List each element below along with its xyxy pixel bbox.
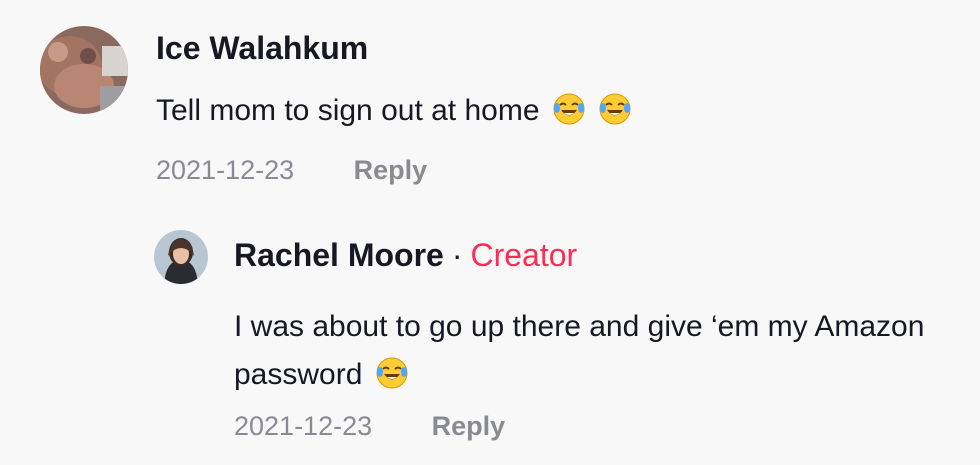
face-with-tears-of-joy-icon <box>552 92 586 134</box>
comment-meta: 2021-12-23 Reply <box>156 155 427 186</box>
reply-button[interactable]: Reply <box>354 155 428 185</box>
comment-date: 2021-12-23 <box>234 411 373 441</box>
comment-date: 2021-12-23 <box>156 155 295 185</box>
comment-author[interactable]: Rachel Moore <box>234 237 444 273</box>
face-with-tears-of-joy-icon <box>375 356 409 405</box>
avatar-image <box>154 230 208 284</box>
author-separator: · <box>451 237 463 273</box>
comment-text-content: I was about to go up there and give ‘em … <box>234 310 925 391</box>
reply-button[interactable]: Reply <box>432 411 506 441</box>
reply-author-row: Rachel Moore · Creator <box>234 237 577 274</box>
comment-text-content: Tell mom to sign out at home <box>156 94 540 127</box>
comment-text: I was about to go up there and give ‘em … <box>234 303 934 405</box>
face-with-tears-of-joy-icon <box>598 92 632 134</box>
comment-text: Tell mom to sign out at home <box>156 92 632 134</box>
comment-author[interactable]: Ice Walahkum <box>156 30 368 67</box>
comment-meta: 2021-12-23 Reply <box>234 411 505 442</box>
creator-badge: Creator <box>470 237 578 273</box>
avatar[interactable] <box>154 230 208 284</box>
avatar[interactable] <box>40 26 128 114</box>
avatar-image <box>40 26 128 114</box>
